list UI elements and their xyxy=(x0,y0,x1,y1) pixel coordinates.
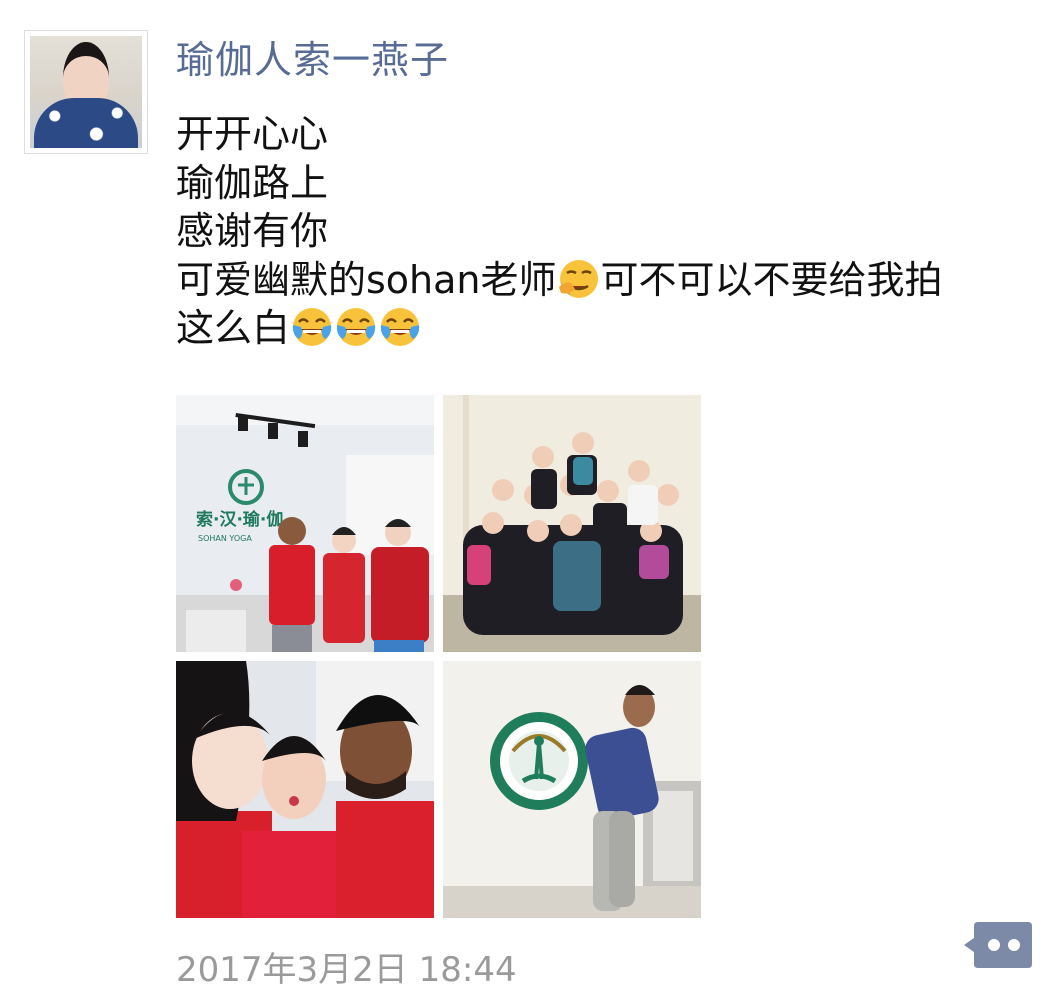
timestamp: 2017年3月2日 18:44 xyxy=(176,950,517,990)
avatar-image xyxy=(30,36,142,148)
post-text-line: 可爱幽默的sohan老师 可不可以不要给我拍 xyxy=(176,256,1026,305)
post-text: 开开心心 瑜伽路上 感谢有你 可爱幽默的sohan老师 可不可以不要给我拍 这么… xyxy=(176,110,1026,353)
selfie-photo[interactable] xyxy=(176,661,434,918)
photo-grid: 索·汉·瑜·伽 SOHAN YOGA xyxy=(176,395,701,918)
post-text-line: 这么白 xyxy=(176,304,1026,353)
comment-button[interactable] xyxy=(964,922,1032,968)
post-text-segment: 可不可以不要给我拍 xyxy=(600,257,943,302)
post-text-line: 瑜伽路上 xyxy=(176,160,329,205)
yoga-pose-photo[interactable] xyxy=(443,661,701,918)
username[interactable]: 瑜伽人索一燕子 xyxy=(176,36,449,84)
post-text-segment: 这么白 xyxy=(176,306,291,350)
avatar[interactable] xyxy=(24,30,148,154)
post-text-segment: 可爱幽默的sohan老师 xyxy=(176,257,557,302)
studio-sign-text: 索·汉·瑜·伽 xyxy=(196,509,283,530)
group-photo[interactable] xyxy=(443,395,701,652)
moments-post: 瑜伽人索一燕子 开开心心 瑜伽路上 感谢有你 可爱幽默的sohan老师 可不可以… xyxy=(0,0,1043,1007)
tears-of-joy-emoji xyxy=(378,305,422,349)
face-palm-crying-emoji xyxy=(557,257,601,301)
studio-sign-subtext: SOHAN YOGA xyxy=(198,534,252,543)
tears-of-joy-emoji xyxy=(290,305,334,349)
tears-of-joy-emoji xyxy=(334,305,378,349)
post-text-line: 感谢有你 xyxy=(176,209,329,253)
studio-photo[interactable]: 索·汉·瑜·伽 SOHAN YOGA xyxy=(176,395,434,652)
comment-dots-icon xyxy=(964,922,1032,968)
post-text-line: 开开心心 xyxy=(176,112,329,156)
